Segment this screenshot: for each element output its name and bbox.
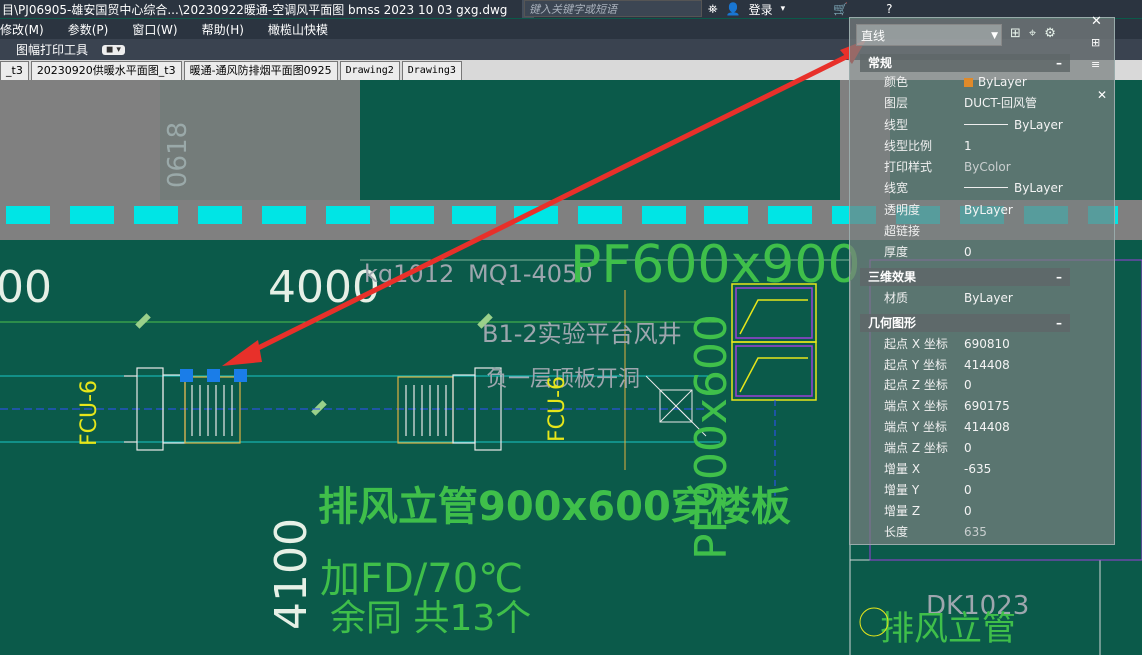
section-title: 三维效果: [868, 270, 917, 284]
prop-row[interactable]: 打印样式 ByColor: [884, 157, 1114, 177]
lineweight-swatch-icon: [964, 187, 1008, 188]
prop-value: 1: [964, 139, 972, 153]
prop-value: 0: [964, 378, 972, 392]
collapse-icon[interactable]: –: [1056, 268, 1062, 286]
select-objects-icon[interactable]: ⌖: [1029, 26, 1036, 41]
collapse-icon[interactable]: –: [1056, 54, 1062, 72]
prop-label: 增量 Z: [884, 504, 921, 518]
prop-row[interactable]: 起点 Z 坐标 0: [884, 375, 1114, 395]
properties-palette: 直线 ▼ ⊞ ⌖ ⚙ 常规 – 颜色 ByLayer 图层 DUCT-回风管 线型 By…: [849, 17, 1115, 545]
prop-value: ByColor: [964, 160, 1011, 174]
object-type-select[interactable]: 直线 ▼: [856, 24, 1002, 46]
section-general[interactable]: 常规 –: [860, 54, 1070, 72]
color-value: ByLayer: [978, 75, 1027, 89]
object-type-value: 直线: [861, 29, 886, 43]
color-swatch-icon: [964, 78, 973, 87]
quick-select-icon[interactable]: ⊞: [1010, 26, 1021, 41]
prop-label: 端点 X 坐标: [884, 399, 948, 413]
prop-value: 0: [964, 245, 972, 259]
prop-row[interactable]: 超链接: [884, 221, 1114, 241]
prop-row[interactable]: 起点 X 坐标 690810: [884, 334, 1114, 354]
prop-row[interactable]: 端点 Y 坐标 414408: [884, 417, 1114, 437]
prop-label: 增量 Y: [884, 483, 920, 497]
prop-label: 增量 X: [884, 462, 921, 476]
prop-value: -635: [964, 462, 992, 476]
prop-row[interactable]: 端点 X 坐标 690175: [884, 396, 1114, 416]
prop-row[interactable]: 增量 Y 0: [884, 480, 1114, 500]
section-3d-effects[interactable]: 三维效果 –: [860, 268, 1070, 286]
chevron-down-icon: ▼: [991, 31, 998, 41]
prop-label: 线型: [884, 118, 909, 132]
prop-value: 414408: [964, 420, 1010, 434]
prop-value: ByLayer: [964, 203, 1013, 217]
prop-row[interactable]: 增量 Z 0: [884, 501, 1114, 521]
prop-row[interactable]: 线型 ByLayer: [884, 115, 1114, 135]
linetype-value: ByLayer: [1014, 118, 1063, 132]
prop-label: 超链接: [884, 224, 921, 238]
prop-label: 长度: [884, 525, 909, 539]
prop-value: 690175: [964, 399, 1010, 413]
prop-value: ByLayer: [964, 291, 1013, 305]
prop-label: 图层: [884, 96, 909, 110]
prop-label: 线宽: [884, 181, 909, 195]
prop-label: 起点 Z 坐标: [884, 378, 948, 392]
prop-row[interactable]: 线宽 ByLayer: [884, 178, 1114, 198]
prop-value: ByLayer: [964, 178, 1063, 198]
section-title: 几何图形: [868, 316, 917, 330]
linetype-swatch-icon: [964, 124, 1008, 125]
prop-label: 打印样式: [884, 160, 933, 174]
prop-value: 414408: [964, 358, 1010, 372]
prop-row[interactable]: 颜色 ByLayer: [884, 72, 1114, 92]
prop-value: 0: [964, 504, 972, 518]
prop-row[interactable]: 长度 635: [884, 522, 1114, 542]
lineweight-value: ByLayer: [1014, 181, 1063, 195]
close-icon[interactable]: ✕: [1097, 88, 1107, 102]
menu-icon[interactable]: ≡: [1091, 58, 1100, 71]
autohide-icon[interactable]: ⊞: [1091, 36, 1100, 49]
prop-label: 起点 X 坐标: [884, 337, 948, 351]
toggle-pickadd-icon[interactable]: ⚙: [1044, 26, 1056, 41]
prop-label: 透明度: [884, 203, 921, 217]
prop-row[interactable]: 材质 ByLayer: [884, 288, 1114, 308]
prop-label: 端点 Z 坐标: [884, 441, 948, 455]
prop-row[interactable]: 线型比例 1: [884, 136, 1114, 156]
section-title: 常规: [868, 56, 893, 70]
close-icon[interactable]: ✕: [1091, 14, 1102, 29]
section-geometry[interactable]: 几何图形 –: [860, 314, 1070, 332]
palette-side-strip: ✕ ⊞ ≡ ✕: [1091, 14, 1109, 530]
prop-value: 0: [964, 441, 972, 455]
prop-row[interactable]: 增量 X -635: [884, 459, 1114, 479]
prop-value: DUCT-回风管: [964, 96, 1037, 110]
prop-row[interactable]: 透明度 ByLayer: [884, 200, 1114, 220]
prop-label: 线型比例: [884, 139, 933, 153]
prop-row[interactable]: 起点 Y 坐标 414408: [884, 355, 1114, 375]
prop-value: ByLayer: [964, 115, 1063, 135]
prop-value: 0: [964, 483, 972, 497]
prop-value: 635: [964, 525, 987, 539]
palette-toolbar: ⊞ ⌖ ⚙: [1010, 26, 1056, 41]
prop-label: 材质: [884, 291, 909, 305]
prop-label: 起点 Y 坐标: [884, 358, 947, 372]
collapse-icon[interactable]: –: [1056, 314, 1062, 332]
prop-row[interactable]: 端点 Z 坐标 0: [884, 438, 1114, 458]
prop-label: 颜色: [884, 75, 909, 89]
prop-row[interactable]: 厚度 0: [884, 242, 1114, 262]
prop-value: 690810: [964, 337, 1010, 351]
prop-label: 厚度: [884, 245, 909, 259]
prop-value: ByLayer: [964, 72, 1027, 92]
prop-row[interactable]: 图层 DUCT-回风管: [884, 93, 1114, 113]
prop-label: 端点 Y 坐标: [884, 420, 947, 434]
